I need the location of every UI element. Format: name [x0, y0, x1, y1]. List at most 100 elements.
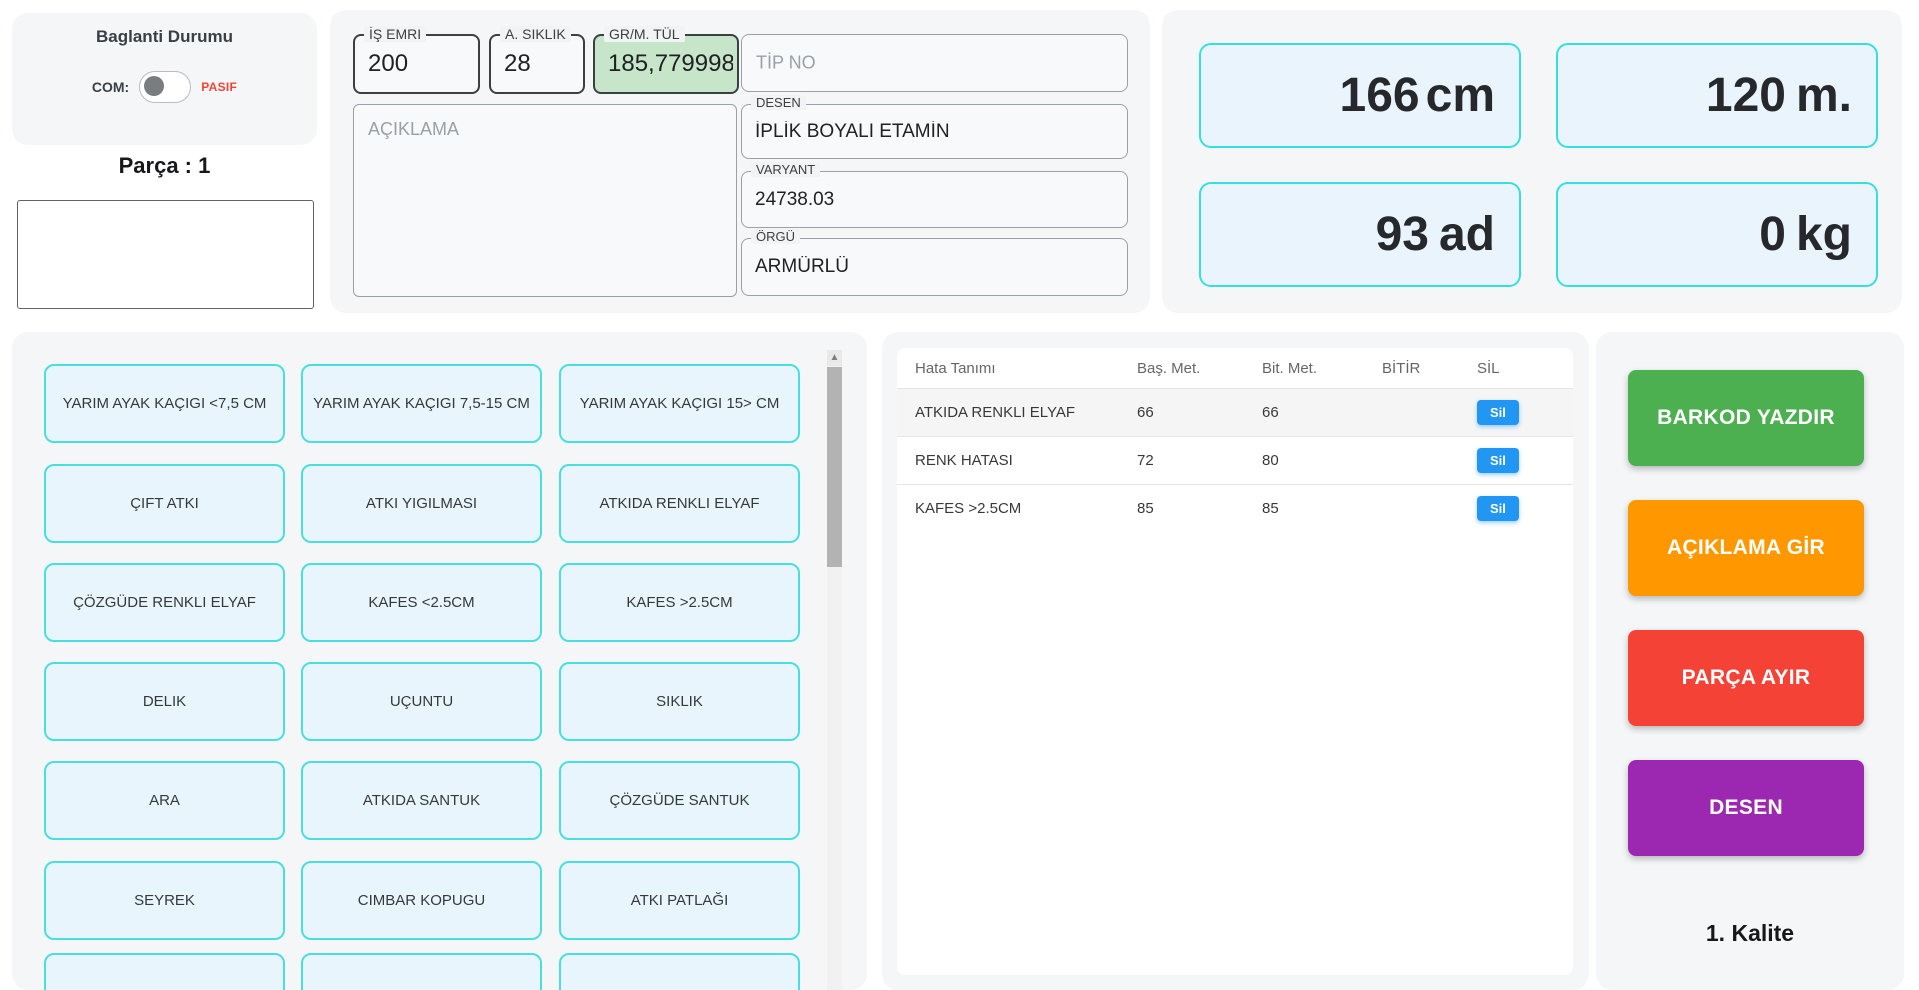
orgu-value: ARMÜRLÜ: [755, 256, 1123, 278]
cell-bas-met: 72: [1137, 452, 1262, 469]
defect-button[interactable]: CIMBAR KOPUGU: [301, 861, 542, 940]
count-unit: ad: [1439, 207, 1495, 262]
defect-button[interactable]: SIKLIK: [559, 662, 800, 741]
com-label: COM:: [92, 79, 129, 95]
a-siklik-label: A. SIKLIK: [500, 26, 571, 42]
sil-button[interactable]: Sil: [1477, 496, 1519, 521]
aciklama-placeholder: AÇIKLAMA: [368, 119, 459, 140]
defect-button[interactable]: ÇÖZGÜDE SANTUK: [559, 761, 800, 840]
defect-button[interactable]: ARA: [44, 761, 285, 840]
defect-button[interactable]: ATKI PATLAĞI: [559, 861, 800, 940]
varyant-value: 24738.03: [755, 189, 1123, 211]
defect-button[interactable]: [301, 953, 542, 990]
gr-m-tul-field[interactable]: GR/M. TÜL 185,7799987: [593, 34, 739, 94]
header-bas-met: Baş. Met.: [1137, 360, 1262, 377]
kalite-label: 1. Kalite: [1596, 920, 1904, 947]
weight-unit: kg: [1796, 207, 1852, 262]
tip-no-placeholder: TİP NO: [756, 53, 816, 74]
defect-button[interactable]: YARIM AYAK KAÇIGI <7,5 CM: [44, 364, 285, 443]
weight-value: 0: [1759, 207, 1786, 262]
gr-m-tul-value: 185,7799987: [608, 50, 733, 78]
defect-button[interactable]: [44, 953, 285, 990]
desen-field[interactable]: DESEN İPLİK BOYALI ETAMİN: [741, 104, 1128, 159]
header-bit-met: Bit. Met.: [1262, 360, 1382, 377]
defect-scrollbar[interactable]: ▲: [827, 350, 842, 990]
actions-panel: BARKOD YAZDIR AÇIKLAMA GİR PARÇA AYIR DE…: [1596, 332, 1904, 990]
defect-button[interactable]: SEYREK: [44, 861, 285, 940]
table-body: ATKIDA RENKLI ELYAF6666SilRENK HATASI728…: [897, 388, 1573, 532]
cell-bit-met: 80: [1262, 452, 1382, 469]
com-row: COM: PASIF: [12, 71, 317, 103]
metrics-panel: 166 cm 120 m. 93 ad 0 kg: [1162, 10, 1902, 313]
orgu-label: ÖRGÜ: [751, 229, 800, 244]
defect-button[interactable]: KAFES >2.5CM: [559, 563, 800, 642]
cell-bit-met: 66: [1262, 404, 1382, 421]
sil-button[interactable]: Sil: [1477, 448, 1519, 473]
aciklama-textarea[interactable]: AÇIKLAMA: [353, 104, 737, 297]
defect-button[interactable]: YARIM AYAK KAÇIGI 7,5-15 CM: [301, 364, 542, 443]
defect-table-panel: Hata Tanımı Baş. Met. Bit. Met. BİTİR Sİ…: [882, 332, 1589, 990]
gr-m-tul-label: GR/M. TÜL: [604, 26, 685, 42]
is-emri-value: 200: [368, 50, 474, 78]
width-metric: 166 cm: [1199, 43, 1521, 148]
varyant-field[interactable]: VARYANT 24738.03: [741, 171, 1128, 228]
defect-grid-panel: YARIM AYAK KAÇIGI <7,5 CMYARIM AYAK KAÇI…: [12, 332, 867, 990]
com-status-badge: PASIF: [201, 80, 237, 94]
a-siklik-field[interactable]: A. SIKLIK 28: [489, 34, 585, 94]
parca-ayir-button[interactable]: PARÇA AYIR: [1628, 630, 1864, 726]
com-toggle-knob: [144, 76, 164, 96]
defect-button[interactable]: UÇUNTU: [301, 662, 542, 741]
defect-button[interactable]: ÇÖZGÜDE RENKLI ELYAF: [44, 563, 285, 642]
cell-bit-met: 85: [1262, 500, 1382, 517]
width-value: 166: [1340, 68, 1420, 123]
defect-button[interactable]: ATKIDA SANTUK: [301, 761, 542, 840]
length-metric: 120 m.: [1556, 43, 1878, 148]
defect-button[interactable]: ATKIDA RENKLI ELYAF: [559, 464, 800, 543]
header-sil: SİL: [1477, 360, 1573, 377]
desen-label: DESEN: [751, 95, 806, 110]
length-unit: m.: [1796, 68, 1852, 123]
table-row: KAFES >2.5CM8585Sil: [897, 484, 1573, 532]
table-row: RENK HATASI7280Sil: [897, 436, 1573, 484]
weight-metric: 0 kg: [1556, 182, 1878, 287]
cell-hata-tanimi: ATKIDA RENKLI ELYAF: [897, 404, 1137, 421]
width-unit: cm: [1426, 68, 1495, 123]
header-hata-tanimi: Hata Tanımı: [897, 360, 1137, 377]
sil-button[interactable]: Sil: [1477, 400, 1519, 425]
scroll-up-icon[interactable]: ▲: [827, 350, 842, 366]
aciklama-gir-button[interactable]: AÇIKLAMA GİR: [1628, 500, 1864, 596]
desen-value: İPLİK BOYALI ETAMİN: [755, 121, 1123, 143]
cell-sil: Sil: [1477, 448, 1573, 473]
a-siklik-value: 28: [504, 50, 579, 78]
header-bitir: BİTİR: [1382, 360, 1477, 377]
is-emri-field[interactable]: İŞ EMRI 200: [353, 34, 480, 94]
is-emri-label: İŞ EMRI: [364, 26, 426, 42]
defect-button[interactable]: DELIK: [44, 662, 285, 741]
defect-table-card: Hata Tanımı Baş. Met. Bit. Met. BİTİR Sİ…: [897, 348, 1573, 975]
barkod-yazdir-button[interactable]: BARKOD YAZDIR: [1628, 370, 1864, 466]
defect-button[interactable]: ÇIFT ATKI: [44, 464, 285, 543]
com-toggle[interactable]: [139, 71, 191, 103]
tip-no-field[interactable]: TİP NO: [741, 34, 1128, 92]
job-form-panel: İŞ EMRI 200 A. SIKLIK 28 GR/M. TÜL 185,7…: [330, 10, 1150, 313]
length-value: 120: [1706, 68, 1786, 123]
connection-title: Baglanti Durumu: [12, 27, 317, 47]
cell-bas-met: 66: [1137, 404, 1262, 421]
desen-button[interactable]: DESEN: [1628, 760, 1864, 856]
parca-count-label: Parça : 1: [12, 153, 317, 179]
defect-button[interactable]: [559, 953, 800, 990]
table-row: ATKIDA RENKLI ELYAF6666Sil: [897, 388, 1573, 436]
parca-display-box: [17, 200, 314, 309]
cell-sil: Sil: [1477, 496, 1573, 521]
count-value: 93: [1376, 207, 1429, 262]
table-header-row: Hata Tanımı Baş. Met. Bit. Met. BİTİR Sİ…: [897, 348, 1573, 388]
connection-panel: Baglanti Durumu COM: PASIF: [12, 13, 317, 145]
varyant-label: VARYANT: [751, 162, 820, 177]
defect-button[interactable]: ATKI YIGILMASI: [301, 464, 542, 543]
scrollbar-thumb[interactable]: [827, 367, 842, 567]
cell-sil: Sil: [1477, 400, 1573, 425]
orgu-field[interactable]: ÖRGÜ ARMÜRLÜ: [741, 238, 1128, 296]
defect-button[interactable]: YARIM AYAK KAÇIGI 15> CM: [559, 364, 800, 443]
defect-button[interactable]: KAFES <2.5CM: [301, 563, 542, 642]
count-metric: 93 ad: [1199, 182, 1521, 287]
